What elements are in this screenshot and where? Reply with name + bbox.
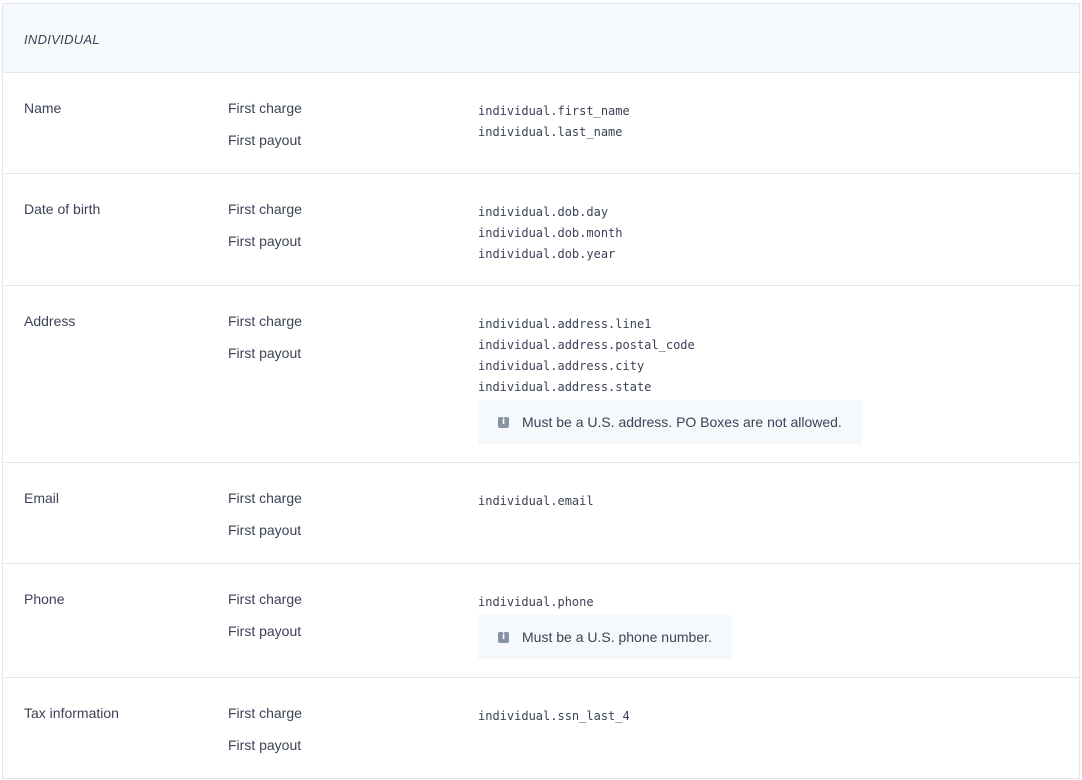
requirement-item: First charge <box>228 591 302 607</box>
requirements-list: First charge First payout <box>228 313 302 377</box>
field-name: individual.first_name <box>478 104 630 118</box>
address-note-callout: i Must be a U.S. address. PO Boxes are n… <box>478 400 862 444</box>
callout-text: Must be a U.S. address. PO Boxes are not… <box>522 414 842 430</box>
fields-list: individual.first_name individual.last_na… <box>478 101 630 143</box>
row-label: Name <box>24 100 62 116</box>
table-row-email: Email First charge First payout individu… <box>3 463 1079 564</box>
fields-list: individual.address.line1 individual.addr… <box>478 314 862 444</box>
requirement-item: First payout <box>228 345 302 361</box>
field-name: individual.email <box>478 494 594 508</box>
table-row-name: Name First charge First payout individua… <box>3 73 1079 174</box>
info-icon: i <box>498 631 509 643</box>
requirement-item: First payout <box>228 737 302 753</box>
section-header: INDIVIDUAL <box>3 4 1079 73</box>
field-name: individual.dob.day <box>478 205 609 219</box>
table-row-address: Address First charge First payout indivi… <box>3 286 1079 463</box>
field-name: individual.dob.month <box>478 226 623 240</box>
field-name: individual.dob.year <box>478 247 616 261</box>
requirement-item: First payout <box>228 132 302 148</box>
requirement-item: First payout <box>228 522 302 538</box>
fields-list: individual.dob.day individual.dob.month … <box>478 202 623 265</box>
row-label: Address <box>24 313 76 329</box>
field-name: individual.phone <box>478 595 594 609</box>
requirements-list: First charge First payout <box>228 100 302 164</box>
field-name: individual.ssn_last_4 <box>478 709 630 723</box>
table-row-tax-information: Tax information First charge First payou… <box>3 678 1079 779</box>
requirement-item: First charge <box>228 201 302 217</box>
requirement-item: First payout <box>228 623 302 639</box>
callout-text: Must be a U.S. phone number. <box>522 629 712 645</box>
row-label: Date of birth <box>24 201 101 217</box>
row-label: Phone <box>24 591 65 607</box>
requirement-item: First charge <box>228 313 302 329</box>
requirements-list: First charge First payout <box>228 705 302 769</box>
phone-note-callout: i Must be a U.S. phone number. <box>478 615 732 659</box>
field-name: individual.address.postal_code <box>478 338 695 352</box>
table-row-date-of-birth: Date of birth First charge First payout … <box>3 174 1079 286</box>
requirement-item: First charge <box>228 100 302 116</box>
requirements-table: INDIVIDUAL Name First charge First payou… <box>2 3 1080 779</box>
fields-list: individual.email <box>478 491 594 512</box>
field-name: individual.address.state <box>478 380 652 394</box>
requirements-list: First charge First payout <box>228 201 302 265</box>
field-name: individual.address.line1 <box>478 317 652 331</box>
requirements-list: First charge First payout <box>228 591 302 655</box>
requirement-item: First charge <box>228 705 302 721</box>
table-row-phone: Phone First charge First payout individu… <box>3 564 1079 678</box>
requirements-list: First charge First payout <box>228 490 302 554</box>
requirement-item: First charge <box>228 490 302 506</box>
field-name: individual.address.city <box>478 359 645 373</box>
row-label: Tax information <box>24 705 119 721</box>
fields-list: individual.ssn_last_4 <box>478 706 630 727</box>
info-icon: i <box>498 416 509 428</box>
field-name: individual.last_name <box>478 125 623 139</box>
requirement-item: First payout <box>228 233 302 249</box>
section-title: INDIVIDUAL <box>24 32 100 47</box>
fields-list: individual.phone i Must be a U.S. phone … <box>478 592 732 659</box>
row-label: Email <box>24 490 60 506</box>
